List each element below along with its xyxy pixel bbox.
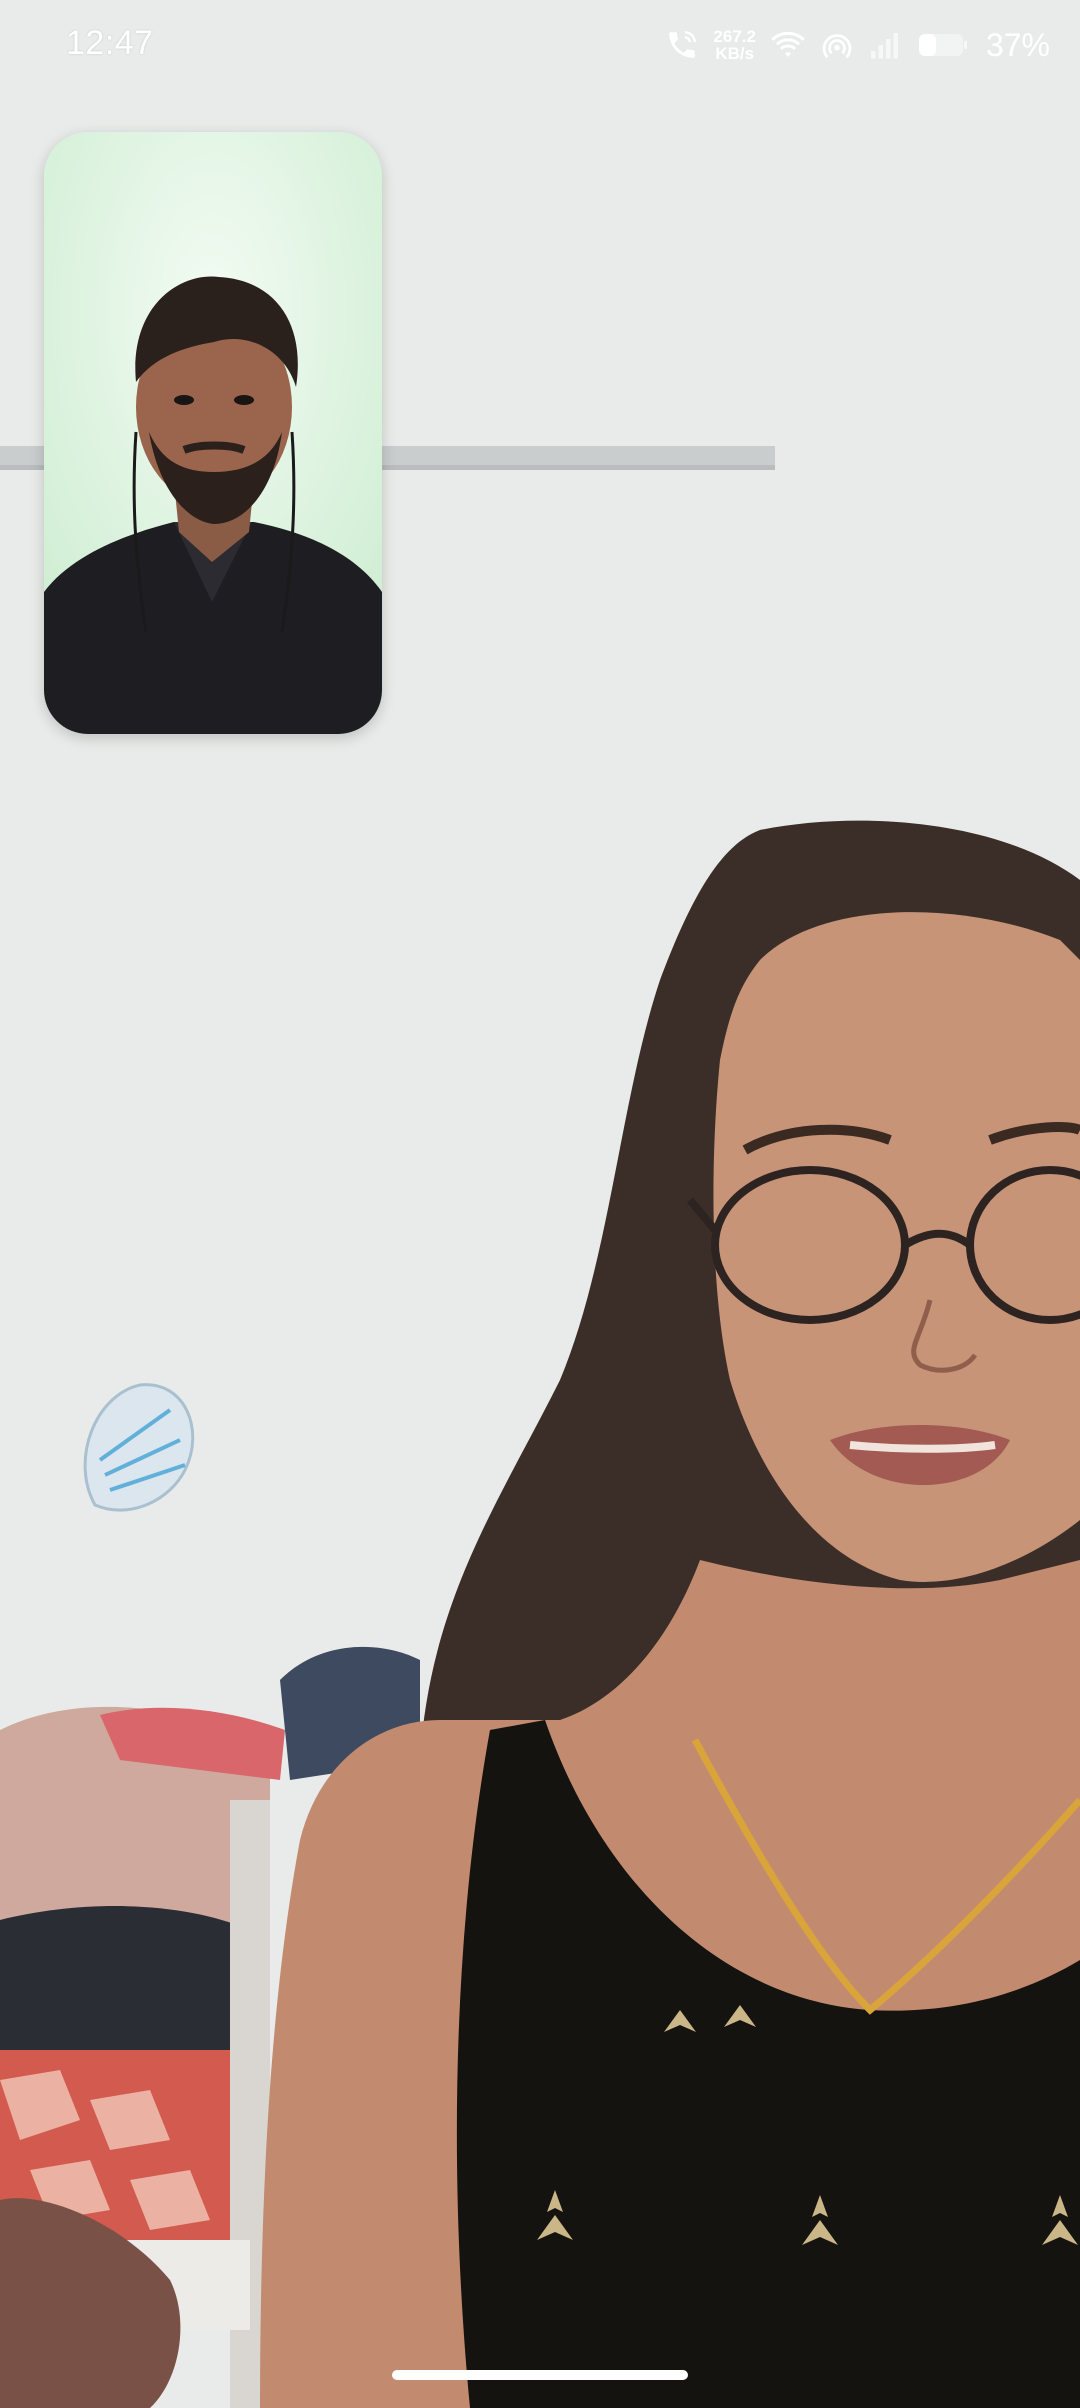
self-video-frame [44, 132, 382, 734]
network-speed-unit: KB/s [715, 44, 755, 63]
battery-percent: 37% [985, 26, 1050, 63]
hotspot-icon [820, 30, 854, 60]
battery-icon [918, 32, 968, 58]
phone-call-icon [665, 28, 699, 62]
video-call-screen: 12:47 267.2 KB/s 37% [0, 0, 1080, 2408]
self-video-preview[interactable] [44, 132, 382, 734]
network-speed-value: 267.2 [713, 27, 756, 46]
status-bar: 12:47 267.2 KB/s 37% [0, 0, 1080, 90]
status-icons: 267.2 KB/s 37% [665, 18, 1050, 72]
signal-icon [868, 30, 904, 60]
network-speed: 267.2 KB/s [713, 28, 756, 62]
gesture-nav-handle[interactable] [392, 2370, 688, 2380]
wifi-icon [770, 30, 806, 60]
status-time: 12:47 [66, 24, 154, 62]
